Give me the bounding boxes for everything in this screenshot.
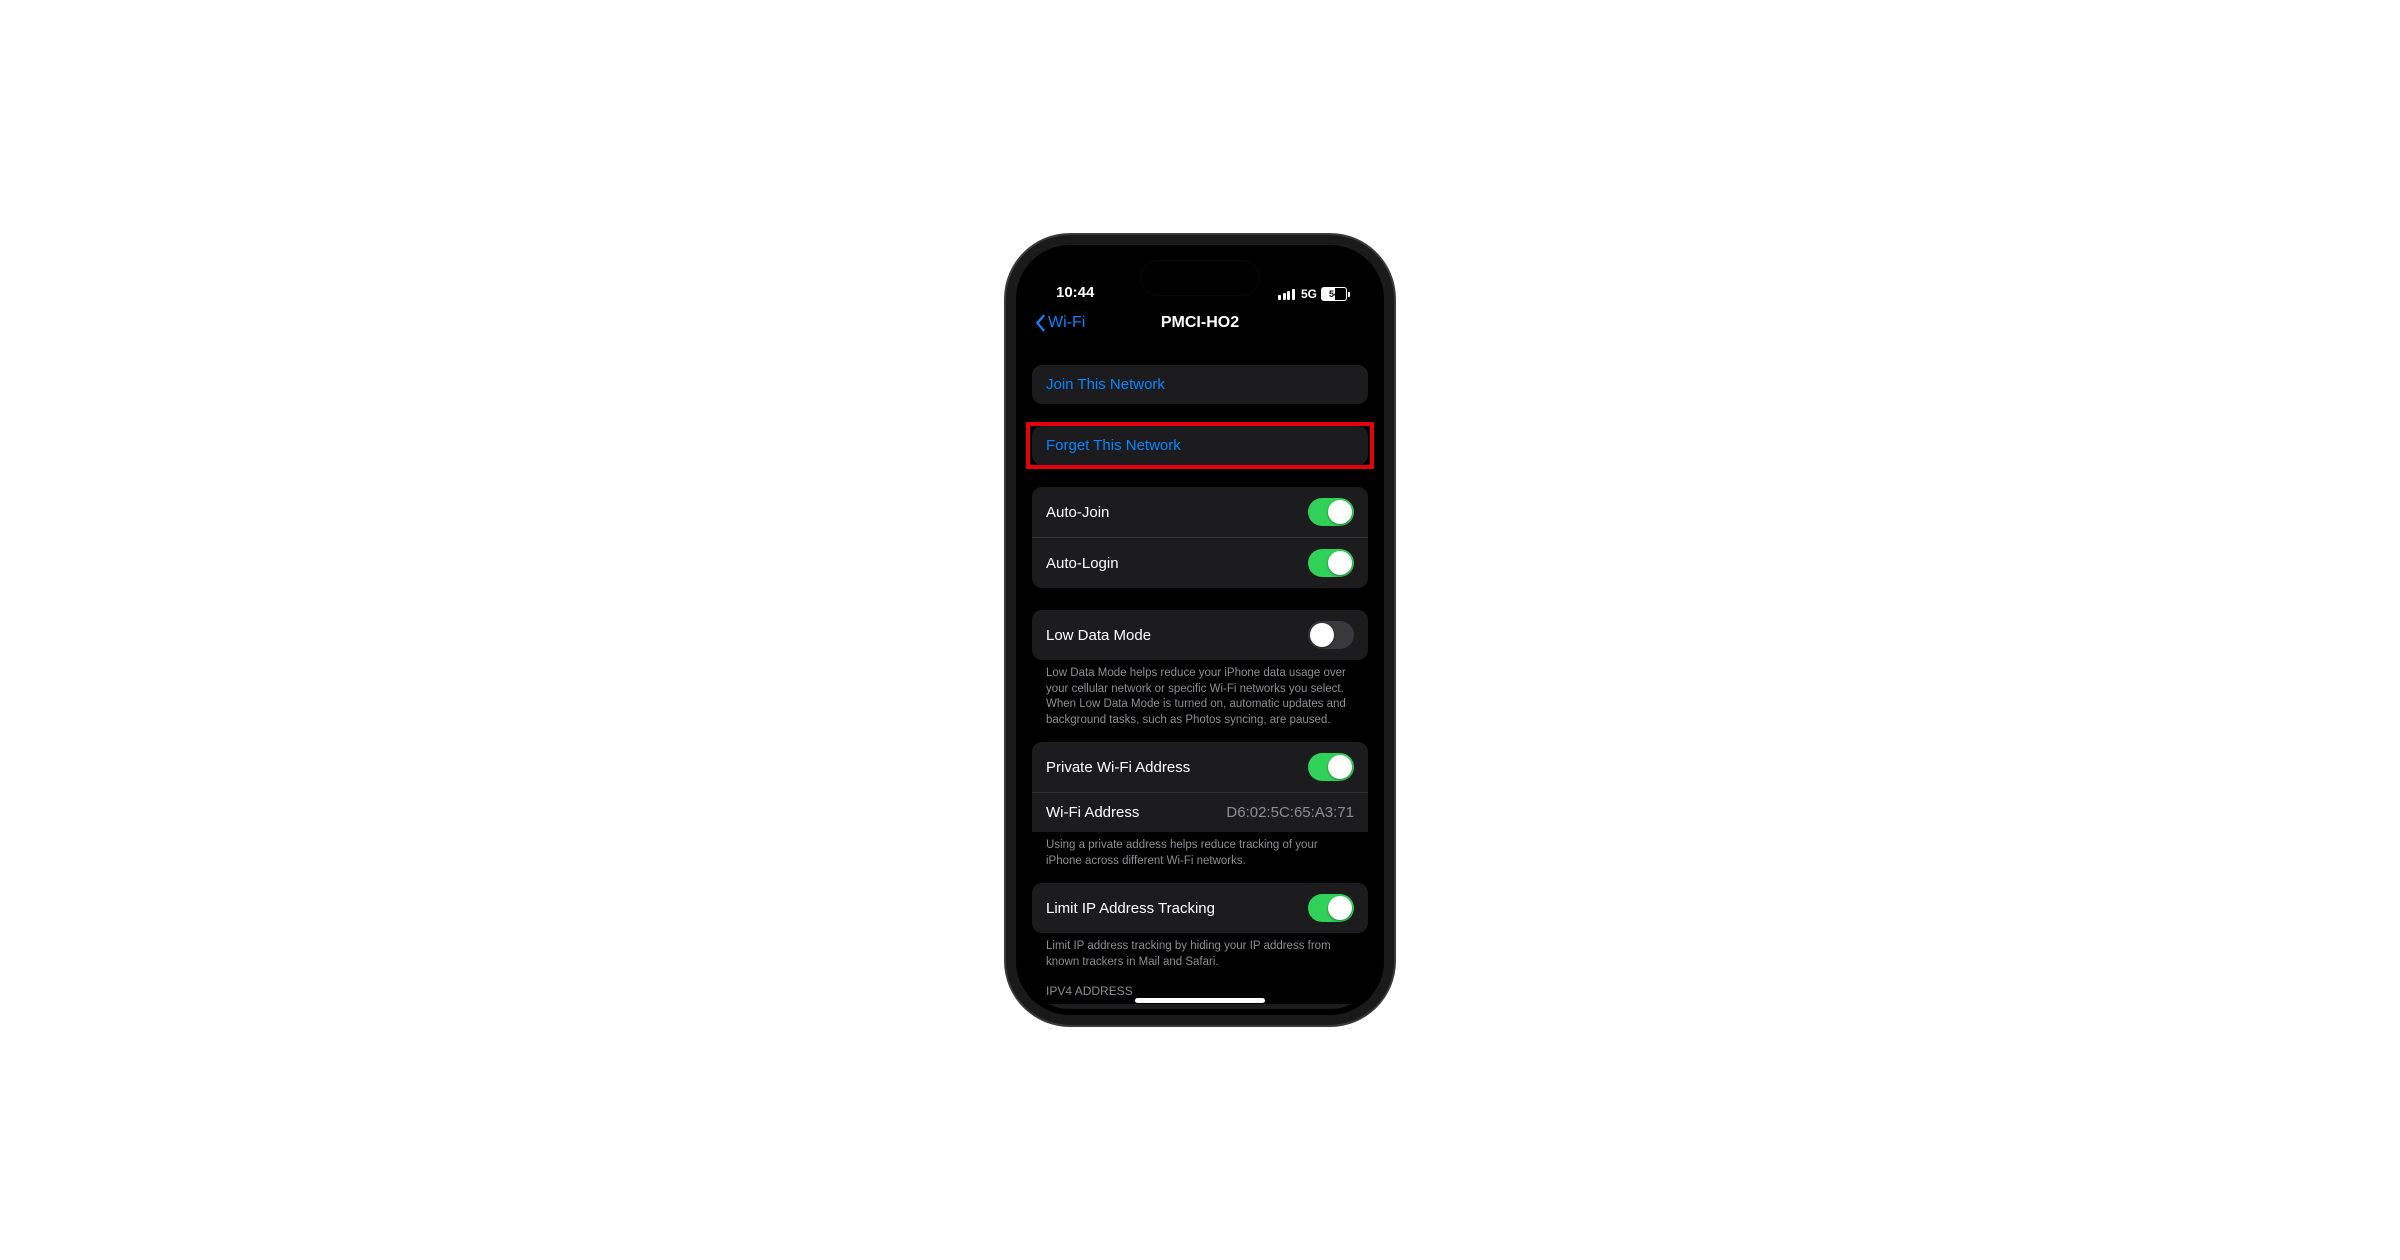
status-network: 5G — [1301, 287, 1317, 301]
auto-join-toggle[interactable] — [1308, 498, 1354, 526]
join-network-button[interactable]: Join This Network — [1032, 365, 1368, 404]
forget-network-button[interactable]: Forget This Network — [1032, 426, 1368, 465]
low-data-mode-label: Low Data Mode — [1046, 627, 1151, 644]
back-button[interactable]: Wi-Fi — [1034, 314, 1085, 332]
configure-ip-row[interactable]: Configure IP Automatic› — [1032, 1004, 1368, 1009]
signal-bars-icon — [1278, 289, 1295, 300]
home-indicator[interactable] — [1135, 998, 1265, 1003]
battery-icon: 54 — [1321, 287, 1350, 301]
nav-bar: Wi-Fi PMCI-HO2 — [1022, 303, 1378, 343]
chevron-left-icon — [1034, 314, 1046, 332]
screen: 10:44 5G 54 Wi-Fi PMCI-HO2 Join This Net… — [1022, 251, 1378, 1009]
low-data-mode-footer: Low Data Mode helps reduce your iPhone d… — [1032, 660, 1368, 728]
low-data-mode-row: Low Data Mode — [1032, 610, 1368, 660]
page-title: PMCI-HO2 — [1161, 314, 1239, 332]
auto-login-label: Auto-Login — [1046, 555, 1119, 572]
back-label: Wi-Fi — [1048, 314, 1085, 332]
phone-frame: 10:44 5G 54 Wi-Fi PMCI-HO2 Join This Net… — [1016, 245, 1384, 1015]
limit-ip-footer: Limit IP address tracking by hiding your… — [1032, 933, 1368, 970]
private-wifi-label: Private Wi-Fi Address — [1046, 759, 1190, 776]
wifi-address-row[interactable]: Wi-Fi Address D6:02:5C:65:A3:71 — [1032, 792, 1368, 832]
limit-ip-row: Limit IP Address Tracking — [1032, 883, 1368, 933]
forget-network-highlight: Forget This Network — [1032, 426, 1368, 465]
auto-login-toggle[interactable] — [1308, 549, 1354, 577]
private-wifi-toggle[interactable] — [1308, 753, 1354, 781]
low-data-mode-toggle[interactable] — [1308, 621, 1354, 649]
auto-join-label: Auto-Join — [1046, 504, 1109, 521]
status-time: 10:44 — [1056, 284, 1094, 301]
limit-ip-label: Limit IP Address Tracking — [1046, 900, 1215, 917]
private-wifi-footer: Using a private address helps reduce tra… — [1032, 832, 1368, 869]
private-wifi-row: Private Wi-Fi Address — [1032, 742, 1368, 792]
dynamic-island — [1141, 261, 1259, 295]
auto-login-row: Auto-Login — [1032, 537, 1368, 588]
wifi-address-value: D6:02:5C:65:A3:71 — [1226, 804, 1354, 821]
settings-content[interactable]: Join This Network Forget This Network Au… — [1022, 343, 1378, 1009]
limit-ip-toggle[interactable] — [1308, 894, 1354, 922]
wifi-address-label: Wi-Fi Address — [1046, 804, 1139, 821]
auto-join-row: Auto-Join — [1032, 487, 1368, 537]
